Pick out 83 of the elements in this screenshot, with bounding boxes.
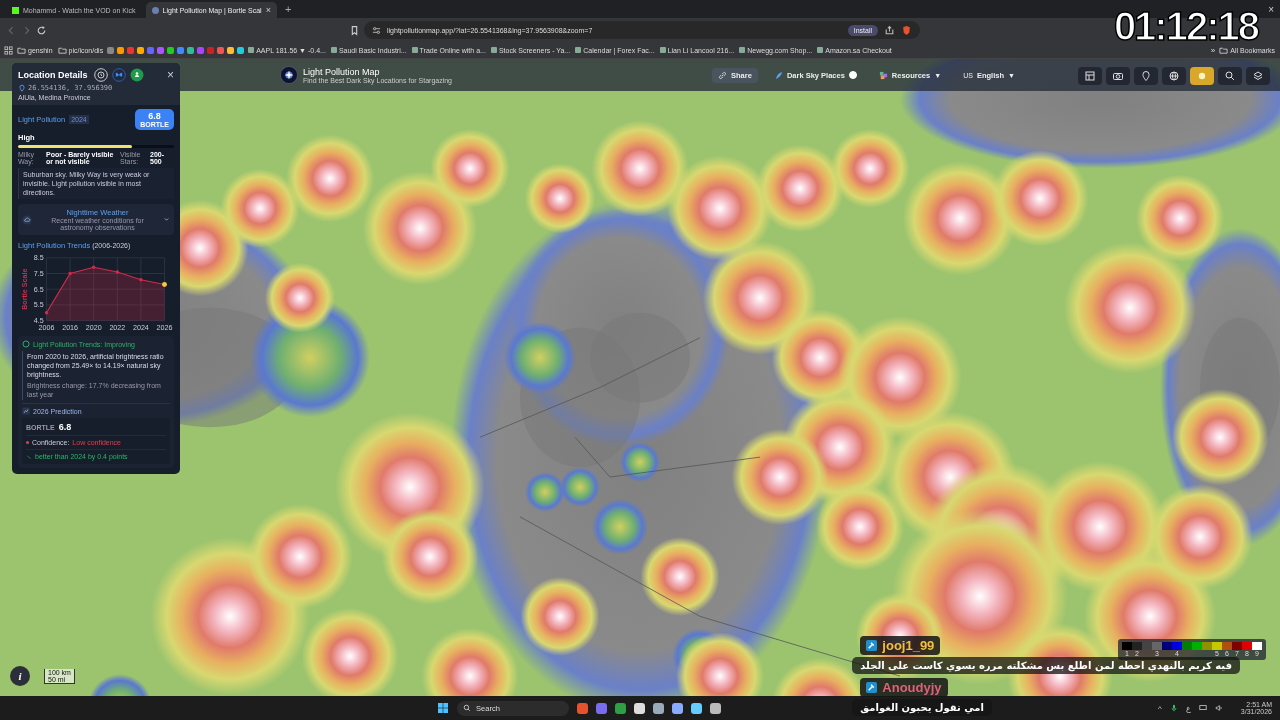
site-icon [12,6,19,14]
squares-icon [878,70,888,80]
feather-icon [773,70,783,80]
site-icon [151,6,159,14]
favicon-icon [490,47,497,53]
table-icon [1084,70,1096,82]
folder-icon [17,45,26,55]
sun-button[interactable] [1190,67,1214,85]
person-icon[interactable] [129,68,144,82]
table-button[interactable] [1078,67,1102,85]
globe-icon [1168,70,1180,82]
star-logo-icon[interactable] [280,66,298,84]
stream-timer: 01:12:18 [1113,6,1258,46]
circle-icon [22,340,30,348]
favicon-icon [659,47,666,53]
reload-icon[interactable] [36,24,47,36]
favicon-icon [330,47,337,53]
chat-message: فيه كريم بالنهدي احطه لمن اطلع بس مشكلته مرره يسوي كاست على الجلد [852,657,1240,674]
taskbar-app-icon[interactable] [634,702,646,714]
location-pin-icon [18,84,26,92]
taskbar-app-icon[interactable] [653,702,665,714]
butterfly-icon[interactable] [111,68,126,82]
folder-icon [57,45,67,55]
keyboard-language[interactable]: ع [1185,703,1191,713]
favicon-icon [248,47,255,53]
data-point [115,270,119,274]
cloud-icon [22,214,32,225]
monitor-icon[interactable] [1198,704,1207,712]
trend-down-icon [26,453,32,460]
lion-shield-icon[interactable] [901,24,912,36]
site-settings-icon[interactable] [372,25,381,35]
link-icon [718,70,728,80]
chart-icon [22,407,30,415]
layers-icon [1252,70,1264,82]
data-point [68,271,72,276]
close-window-button[interactable]: × [1268,3,1274,15]
layers-button[interactable] [1246,67,1270,85]
bullet-icon [26,441,29,444]
camera-icon [1112,70,1124,82]
close-button[interactable]: × [167,69,174,81]
site-title[interactable]: Light Pollution Map [303,66,453,77]
data-point [162,282,167,287]
favicon-icon [739,47,746,53]
toggle-indicator [848,71,857,79]
taskbar-app-icon[interactable] [710,702,722,714]
data-point [92,265,96,269]
favicon-icon [411,47,418,53]
panel-title: Location Details [18,70,88,80]
sun-icon [1196,70,1208,82]
favicon-icon [575,47,582,53]
pin-button[interactable] [1134,67,1158,85]
close-tab-button[interactable]: × [265,5,271,15]
hammer-badge-icon [866,682,878,693]
apps-icon[interactable] [4,45,13,55]
share-icon[interactable] [884,24,895,36]
history-icon[interactable] [93,68,108,82]
hammer-badge-icon [866,640,878,651]
more-bookmarks-button[interactable]: » [1210,45,1216,55]
speaker-icon[interactable] [1214,704,1223,712]
chat-message: امي تقول يحبون الغوامق [852,699,992,716]
data-point [139,278,143,282]
search-icon [463,704,472,712]
folder-icon [1219,45,1229,55]
tray-overflow-button[interactable]: ^ [1158,703,1162,713]
bortle-value: 6.8 [148,111,161,121]
globe-button[interactable] [1162,67,1186,85]
chat-username: jooj1_99 [882,638,935,653]
data-point [44,311,49,315]
taskbar-app-icon[interactable] [615,702,627,714]
chevron-icon [163,216,170,223]
bookmark-icon[interactable] [349,24,360,36]
favicon-icon [817,47,824,53]
search-button[interactable] [1218,67,1242,85]
predicted-bortle-value: 6.8 [58,422,72,432]
taskbar-app-icon[interactable] [691,702,703,714]
new-tab-button[interactable]: + [280,3,296,15]
pin-icon [1140,70,1152,82]
search-icon [1224,70,1236,82]
microphone-icon[interactable] [1169,704,1178,712]
chat-username: Anoudyjy [882,680,942,695]
camera-button[interactable] [1106,67,1130,85]
windows-start-icon[interactable] [437,702,450,714]
taskbar-app-icon[interactable] [672,702,684,714]
